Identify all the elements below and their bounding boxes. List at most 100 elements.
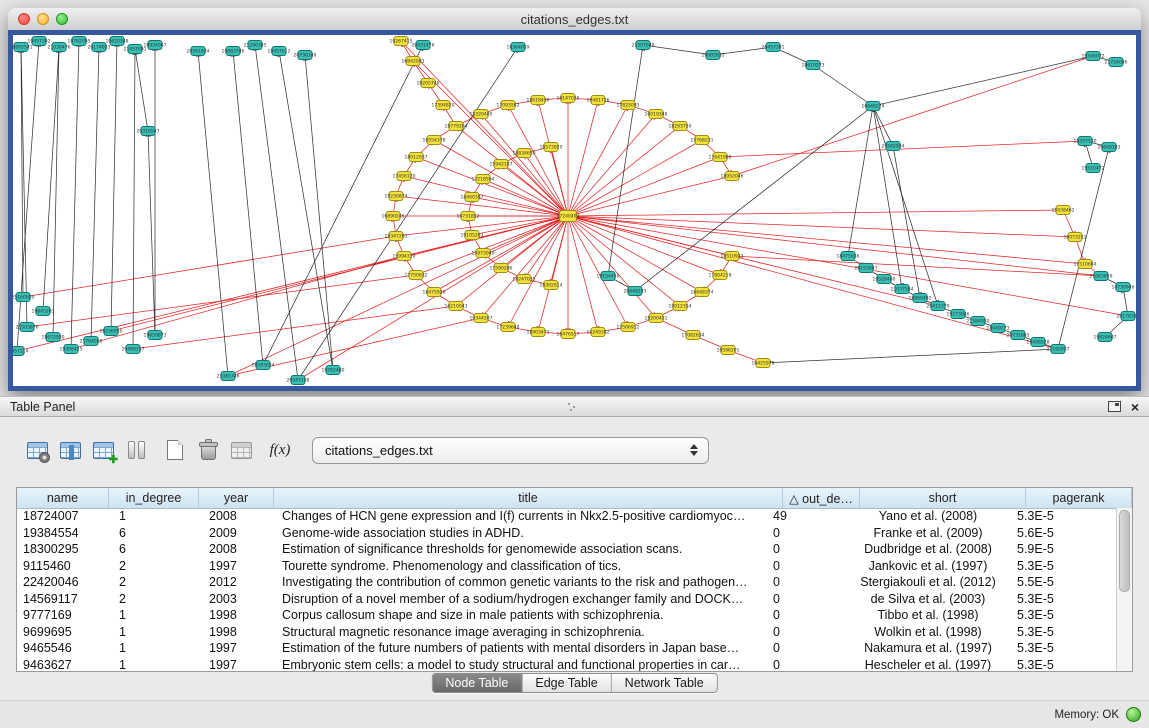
graph-node-label: 18347261 — [385, 234, 408, 240]
graph-node-label: 18903471 — [527, 330, 550, 336]
column-visibility-icon[interactable] — [57, 437, 83, 463]
graph-node-label: 21503876 — [16, 325, 39, 331]
table-cell: Yano et al. (2008) — [845, 509, 1011, 523]
graph-edge — [23, 236, 396, 297]
graph-edge — [133, 306, 456, 349]
table-cell: 1998 — [199, 625, 274, 639]
table-cell: Structural magnetic resonance image aver… — [274, 625, 768, 639]
column-header-out-degree[interactable]: △ out_de… — [783, 488, 860, 508]
column-header-in-degree[interactable]: in_degree — [109, 488, 199, 508]
graph-node-label: 21754086 — [1105, 60, 1128, 66]
table-row[interactable]: 1938455462009Genome-wide association stu… — [17, 525, 1117, 542]
graph-node-label: 21584930 — [967, 319, 990, 325]
function-builder-icon[interactable]: f(x) — [267, 437, 293, 463]
float-panel-icon[interactable] — [1108, 401, 1121, 412]
network-table-select[interactable]: citations_edges.txt — [312, 437, 709, 464]
graph-edge — [298, 216, 568, 380]
table-row[interactable]: 1872400712008Changes of HCN gene express… — [17, 508, 1117, 525]
graph-edge — [91, 47, 99, 341]
table-row[interactable]: 969969511998Structural magnetic resonanc… — [17, 624, 1117, 641]
minimize-window-button[interactable] — [37, 13, 49, 25]
table-row[interactable]: 977716911998Corpus callosum shape and si… — [17, 607, 1117, 624]
select-table-icon[interactable]: ✚ — [90, 437, 116, 463]
graph-node-label: 17804218 — [709, 273, 732, 279]
new-table-icon[interactable] — [162, 437, 188, 463]
column-header-short[interactable]: short — [860, 488, 1026, 508]
table-row[interactable]: 946554611997Estimation of the future num… — [17, 640, 1117, 657]
graph-node-label: 21063859 — [1090, 274, 1113, 280]
network-canvas-svg[interactable]: 1851092317804218166483741901235418200431… — [13, 35, 1136, 386]
graph-node-label: 21038476 — [48, 45, 71, 51]
memory-status-label: Memory: OK — [1054, 709, 1119, 721]
table-options-icon[interactable] — [24, 437, 50, 463]
table-cell: 9699695 — [17, 625, 109, 639]
graph-node-label: 18934067 — [144, 43, 167, 49]
graph-edge — [568, 216, 1058, 349]
delete-table-icon[interactable] — [195, 437, 221, 463]
window-titlebar[interactable]: citations_edges.txt — [8, 8, 1141, 31]
graph-edge — [263, 45, 423, 365]
close-window-button[interactable] — [18, 13, 30, 25]
import-table-icon[interactable] — [228, 437, 254, 463]
graph-node-label: 17456120 — [393, 174, 416, 180]
graph-node-label: 19650873 — [144, 333, 167, 339]
table-cell: Investigating the contribution of common… — [274, 575, 768, 589]
table-cell: 5.3E-5 — [1011, 641, 1117, 655]
graph-node-label: 17218564 — [472, 177, 495, 183]
column-header-title[interactable]: title — [274, 488, 783, 508]
tab-edge-table[interactable]: Edge Table — [521, 674, 610, 692]
table-row[interactable]: 2242004622012Investigating the contribut… — [17, 574, 1117, 591]
graph-node-label: 15320489 — [470, 112, 493, 118]
table-cell: 5.9E-5 — [1011, 542, 1117, 556]
graph-node-label: 25160650 — [13, 295, 35, 301]
graph-edge — [148, 131, 155, 335]
column-header-pagerank[interactable]: pagerank — [1026, 488, 1132, 508]
close-panel-icon[interactable]: × — [1131, 400, 1139, 414]
graph-node-label: 19510472 — [1082, 166, 1105, 172]
graph-edge — [111, 216, 568, 331]
zoom-window-button[interactable] — [56, 13, 68, 25]
graph-node-label: 18672930 — [42, 335, 65, 341]
tab-node-table[interactable]: Node Table — [432, 674, 521, 692]
graph-node-label: 20174853 — [88, 45, 111, 51]
tab-network-table[interactable]: Network Table — [611, 674, 717, 692]
table-header-row: name in_degree year title △ out_de… shor… — [17, 488, 1132, 509]
graph-edge — [1058, 147, 1109, 349]
graph-node-label: 21192837 — [1047, 347, 1070, 353]
graph-node-label: 19845203 — [32, 309, 55, 315]
graph-node-label: 19308425 — [60, 347, 83, 353]
table-cell: 6 — [109, 526, 199, 540]
column-header-year[interactable]: year — [199, 488, 274, 508]
table-cell: Corpus callosum shape and size in male p… — [274, 608, 768, 622]
graph-node-label: 20561834 — [187, 49, 210, 55]
graph-edge — [279, 51, 333, 370]
table-cell: 0 — [768, 608, 845, 622]
table-cell: 2008 — [199, 509, 274, 523]
table-row[interactable]: 1830029562008Estimation of significance … — [17, 541, 1117, 558]
table-cell: 18724007 — [17, 509, 109, 523]
graph-node-label: 20193847 — [855, 266, 878, 272]
graph-node-label: 16019348 — [645, 112, 668, 118]
graph-node-label: 19083746 — [222, 49, 245, 55]
graph-node-label: 21290385 — [244, 43, 267, 49]
column-header-name[interactable]: name — [17, 488, 109, 508]
graph-node-label: 19620348 — [106, 39, 129, 45]
graph-node-label: 20893541 — [13, 45, 33, 51]
table-panel-titlebar[interactable]: Table Panel × — [0, 396, 1149, 417]
table-scrollbar-thumb[interactable] — [1119, 510, 1130, 592]
graph-edge — [401, 41, 568, 216]
table-row[interactable]: 1456911722003Disruption of a novel membe… — [17, 591, 1117, 608]
network-canvas[interactable]: 1851092317804218166483741901235418200431… — [13, 35, 1136, 386]
status-bar: Memory: OK — [0, 700, 1149, 728]
graph-node-label: 20648193 — [624, 289, 647, 295]
panel-divider-handle[interactable] — [566, 401, 578, 413]
graph-node-label: 18596201 — [717, 348, 740, 354]
graph-node-label: 19762480 — [322, 368, 345, 374]
table-scrollbar[interactable] — [1116, 508, 1132, 671]
table-row[interactable]: 946362711997Embryonic stem cells: a mode… — [17, 657, 1117, 672]
graph-node-label: 18593024 — [252, 363, 275, 369]
row-height-icon[interactable] — [123, 437, 149, 463]
table-cell: 22420046 — [17, 575, 109, 589]
graph-node-label: 19273046 — [947, 312, 970, 318]
table-row[interactable]: 911546021997Tourette syndrome. Phenomeno… — [17, 558, 1117, 575]
